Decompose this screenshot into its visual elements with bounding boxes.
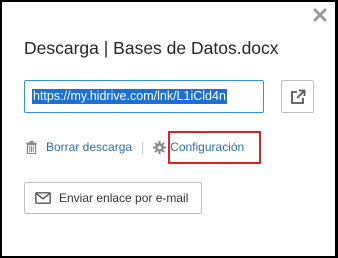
- share-link-text: https://my.hidrive.com/lnk/L1iCld4n: [32, 89, 227, 104]
- gear-icon: [153, 140, 167, 154]
- action-separator: |: [141, 140, 145, 154]
- close-button[interactable]: [313, 8, 329, 24]
- envelope-icon: [35, 192, 51, 204]
- external-link-icon: [290, 89, 306, 105]
- close-icon: [313, 8, 327, 22]
- delete-download-link[interactable]: Borrar descarga: [46, 140, 132, 154]
- share-link-field[interactable]: https://my.hidrive.com/lnk/L1iCld4n: [24, 80, 264, 113]
- trash-icon: [26, 140, 37, 154]
- download-dialog: Descarga | Bases de Datos.docx https://m…: [2, 2, 335, 256]
- send-link-by-email-button[interactable]: Enviar enlace por e-mail: [24, 182, 202, 214]
- open-link-button[interactable]: [281, 80, 314, 113]
- dialog-title: Descarga | Bases de Datos.docx: [24, 38, 279, 58]
- highlight-box: [168, 131, 261, 164]
- send-link-by-email-label: Enviar enlace por e-mail: [59, 191, 189, 205]
